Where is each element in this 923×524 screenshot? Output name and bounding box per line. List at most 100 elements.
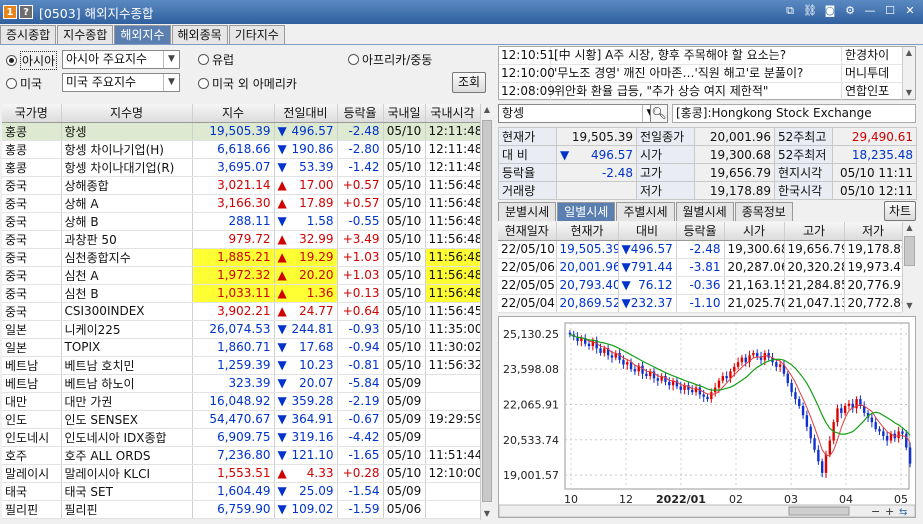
scroll-down-icon[interactable]: ▼: [903, 300, 916, 312]
table-row[interactable]: 22/05/05 20,793.40 ▼ 76.12 -0.36 21,163.15 21,…: [498, 276, 903, 295]
tab-0[interactable]: 증시종합: [0, 25, 57, 45]
radio-us[interactable]: 미국: [6, 75, 42, 92]
table-row[interactable]: 홍콩 항셍 차이나기업(H) 6,618.66 ▼ 190.86 -2.80 05/10 12…: [2, 140, 481, 159]
radio-dot[interactable]: [348, 54, 359, 65]
table-row[interactable]: 홍콩 항셍 차이나대기업(R) 3,695.07 ▼ 53.39 -1.42 05/10 12…: [2, 158, 481, 177]
scroll-up-icon[interactable]: ▲: [903, 222, 916, 234]
news-headline[interactable]: 위안화 환율 급등, "추가 상승 여지 제한적": [551, 83, 841, 100]
table-row[interactable]: 필리핀 필리핀 6,759.90 ▼ 109.02 -1.59 05/06: [2, 500, 481, 519]
table-row[interactable]: 베트남 베트남 호치민 1,259.39 ▼ 10.23 -0.81 05/10 11:56:…: [2, 356, 481, 375]
subtab-2[interactable]: 주별시세: [616, 202, 675, 221]
zoom-out-icon[interactable]: −: [871, 505, 880, 518]
column-header[interactable]: 국내일: [383, 104, 426, 123]
zoom-in-icon[interactable]: +: [885, 505, 894, 518]
table-row[interactable]: 22/05/04 20,869.52 ▼ 232.37 -1.10 21,025.70 21…: [498, 294, 903, 313]
daily-table-scrollbar[interactable]: ▲ ▼: [902, 222, 916, 312]
scroll-down-icon[interactable]: ▼: [481, 508, 493, 520]
table-row[interactable]: 일본 TOPIX 1,860.71 ▼ 17.68 -0.94 05/10 11:30:02: [2, 338, 481, 357]
table-row[interactable]: 대만 대만 가권 16,048.92 ▼ 359.28 -2.19 05/09: [2, 392, 481, 411]
index-table-scrollbar[interactable]: ▲ ▼: [480, 104, 493, 520]
table-row[interactable]: 인도 인도 SENSEX 54,470.67 ▼ 364.91 -0.67 05/09 19:…: [2, 410, 481, 429]
tab-2[interactable]: 해외지수: [114, 25, 171, 45]
radio-us-other[interactable]: 미국 외 아메리카: [198, 75, 297, 92]
fit-icon[interactable]: ⇆: [899, 507, 907, 518]
scroll-up-icon[interactable]: ▲: [481, 104, 493, 116]
tab-3[interactable]: 해외종목: [171, 25, 228, 45]
column-header[interactable]: 등락율: [337, 104, 384, 123]
radio-dot[interactable]: [198, 78, 209, 89]
table-row[interactable]: 베트남 베트남 하노이 323.39 ▼ 20.07 -5.84 05/09: [2, 374, 481, 393]
news-item[interactable]: 12:10:00 '무노조 경영' 깨진 아마존…'직원 해고'로 분풀이? 머니투…: [499, 65, 915, 83]
chevron-down-icon[interactable]: ▼: [163, 51, 179, 68]
column-header[interactable]: 현재가: [556, 222, 619, 241]
news-item[interactable]: 12:08:09 위안화 환율 급등, "추가 상승 여지 제한적" 연합인포: [499, 83, 915, 101]
scroll-thumb[interactable]: [482, 120, 492, 502]
table-row[interactable]: 인도네시 인도네시아 IDX종합 6,909.75 ▼ 319.16 -4.42 05/09: [2, 428, 481, 447]
chart-scrollbar[interactable]: [498, 504, 916, 518]
asia-index-select[interactable]: 아시아 주요지수 ▼: [62, 50, 180, 69]
column-header[interactable]: 국내시각: [425, 104, 481, 123]
column-header[interactable]: 국가명: [2, 104, 62, 123]
table-row[interactable]: 22/05/10 19,505.39 ▼ 496.57 -2.48 19,300.68 19…: [498, 240, 903, 259]
column-header[interactable]: 지수: [192, 104, 275, 123]
search-button[interactable]: 조회: [452, 72, 486, 93]
scroll-thumb[interactable]: [904, 236, 915, 266]
table-row[interactable]: 중국 심천 A 1,972.32 ▲ 20.20 +1.03 05/10 11:56:48: [2, 266, 481, 285]
table-row[interactable]: 22/05/06 20,001.96 ▼ 791.44 -3.81 20,287.06 20…: [498, 258, 903, 277]
radio-dot[interactable]: [6, 78, 17, 89]
table-row[interactable]: 중국 심천종합지수 1,885.21 ▲ 19.29 +1.03 05/10 11:56:48: [2, 248, 481, 267]
magnifier-icon[interactable]: 🔍︎: [650, 104, 668, 123]
us-index-select[interactable]: 미국 주요지수 ▼: [62, 73, 180, 92]
screen-number-badge[interactable]: 1: [3, 5, 17, 19]
table-row[interactable]: 중국 상해종합 3,021.14 ▲ 17.00 +0.57 05/10 11:56:48: [2, 176, 481, 195]
column-header[interactable]: 저가: [844, 222, 903, 241]
column-header[interactable]: 지수명: [61, 104, 193, 123]
table-row[interactable]: 중국 심천 B 1,033.11 ▲ 1.36 +0.13 05/10 11:56:48: [2, 284, 481, 303]
radio-africa[interactable]: 아프리카/중동: [348, 51, 432, 68]
subtab-3[interactable]: 월별시세: [675, 202, 734, 221]
symbol-search-input[interactable]: 항셍 ▼: [498, 104, 658, 123]
scroll-up-icon[interactable]: ▲: [903, 47, 915, 59]
candle-body: [641, 365, 644, 374]
tab-4[interactable]: 기타지수: [228, 25, 285, 45]
news-headline[interactable]: '무노조 경영' 깨진 아마존…'직원 해고'로 분풀이?: [551, 65, 841, 82]
table-row[interactable]: 호주 호주 ALL ORDS 7,236.80 ▼ 121.10 -1.65 05/10 11…: [2, 446, 481, 465]
chevron-down-icon[interactable]: ▼: [163, 74, 179, 91]
chart-scroll-thumb[interactable]: [788, 506, 850, 516]
column-header[interactable]: 등락율: [676, 222, 725, 241]
table-row[interactable]: 중국 CSI300INDEX 3,902.21 ▲ 24.77 +0.64 05/10 11:…: [2, 302, 481, 321]
scroll-down-icon[interactable]: ▼: [903, 87, 915, 99]
maximize-icon[interactable]: ☐: [883, 4, 897, 18]
table-row[interactable]: 말레이시 말레이시아 KLCI 1,553.51 ▲ 4.33 +0.28 05/10 12:…: [2, 464, 481, 483]
news-headline[interactable]: [中 시황] A주 시장, 향후 주목해야 할 요소는?: [551, 47, 841, 64]
column-header[interactable]: 고가: [784, 222, 845, 241]
subtab-4[interactable]: 종목정보: [734, 202, 793, 221]
table-row[interactable]: 중국 상해 A 3,166.30 ▲ 17.89 +0.57 05/10 11:56:48: [2, 194, 481, 213]
table-row[interactable]: 태국 태국 SET 1,604.49 ▼ 25.09 -1.54 05/09: [2, 482, 481, 501]
subtab-0[interactable]: 분별시세: [498, 202, 557, 221]
table-row[interactable]: 홍콩 항셍 19,505.39 ▼ 496.57 -2.48 05/10 12:11:48: [2, 122, 481, 141]
radio-dot[interactable]: [6, 55, 17, 66]
new-window-icon[interactable]: ⧉: [783, 4, 797, 18]
gear-icon[interactable]: ⚙: [843, 4, 857, 18]
radio-dot[interactable]: [198, 54, 209, 65]
column-header[interactable]: 전일대비: [274, 104, 338, 123]
column-header[interactable]: 현재일자: [498, 222, 557, 241]
chart-button[interactable]: 차트: [884, 201, 916, 221]
radio-europe[interactable]: 유럽: [198, 51, 234, 68]
tab-1[interactable]: 지수종합: [57, 25, 114, 45]
table-row[interactable]: 일본 니케이225 26,074.53 ▼ 244.81 -0.93 05/10 11:35:…: [2, 320, 481, 339]
camera-icon[interactable]: ◙: [823, 4, 837, 18]
table-row[interactable]: 중국 과창판 50 979.72 ▲ 32.99 +3.49 05/10 11:56:48: [2, 230, 481, 249]
column-header[interactable]: 대비: [618, 222, 677, 241]
radio-asia[interactable]: 아시아: [6, 51, 58, 70]
table-row[interactable]: 중국 상해 B 288.11 ▼ 1.58 -0.55 05/10 11:56:48: [2, 212, 481, 231]
news-item[interactable]: 12:10:51 [中 시황] A주 시장, 향후 주목해야 할 요소는? 한경차이: [499, 47, 915, 65]
subtab-1[interactable]: 일별시세: [557, 202, 616, 221]
minimize-icon[interactable]: —: [863, 4, 877, 18]
news-scrollbar[interactable]: ▲ ▼: [902, 47, 915, 99]
link-icon[interactable]: ⛓: [803, 4, 817, 18]
column-header[interactable]: 시가: [724, 222, 785, 241]
help-badge[interactable]: ?: [19, 5, 33, 19]
close-icon[interactable]: ✕: [903, 4, 917, 18]
